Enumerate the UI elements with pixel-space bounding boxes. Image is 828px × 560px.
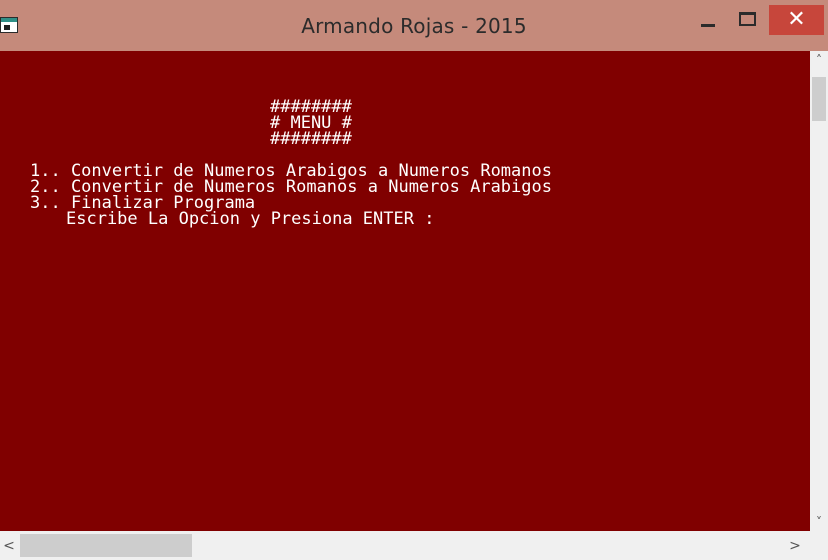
size-grip[interactable] <box>810 531 828 560</box>
title-bar[interactable]: Armando Rojas - 2015 ✕ <box>0 0 828 51</box>
scroll-right-icon[interactable]: > <box>786 535 804 557</box>
scroll-left-icon[interactable]: < <box>0 535 18 557</box>
menu-border-bottom: ######## <box>270 129 352 149</box>
maximize-button[interactable] <box>735 6 765 36</box>
vertical-scroll-thumb[interactable] <box>812 77 826 121</box>
input-prompt: Escribe La Opcion y Presiona ENTER : <box>66 209 435 229</box>
vertical-scrollbar[interactable]: ˄ ˅ <box>810 51 828 531</box>
minimize-button[interactable] <box>695 6 725 36</box>
scroll-down-icon[interactable]: ˅ <box>810 513 828 531</box>
console-output[interactable]: ######## # MENU # ######## 1.. Convertir… <box>0 51 810 531</box>
scroll-up-icon[interactable]: ˄ <box>810 51 828 69</box>
horizontal-scrollbar[interactable]: < > <box>0 531 810 560</box>
close-button[interactable]: ✕ <box>769 5 824 35</box>
console-window: Armando Rojas - 2015 ✕ ######## # MENU #… <box>0 0 828 560</box>
horizontal-scroll-thumb[interactable] <box>20 534 192 557</box>
